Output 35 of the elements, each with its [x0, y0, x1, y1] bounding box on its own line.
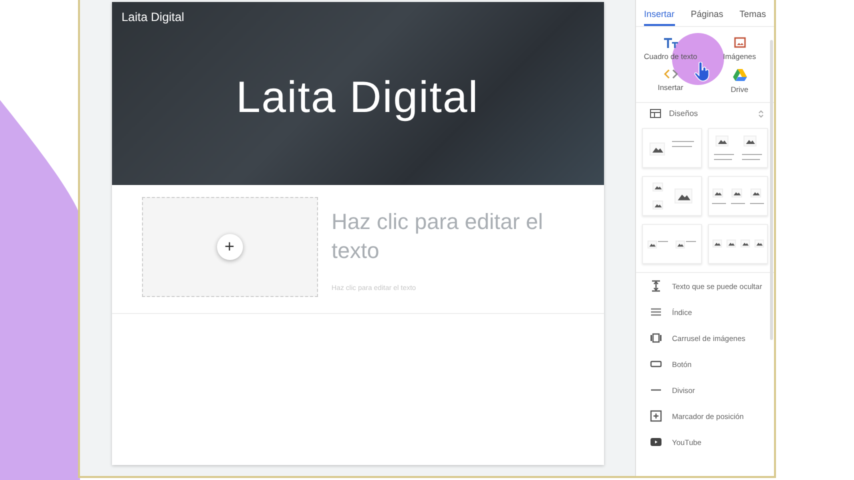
collapse-icon[interactable] — [758, 110, 764, 118]
layout-tile[interactable] — [642, 224, 702, 264]
hand-cursor-icon — [694, 62, 710, 82]
list-icon — [650, 306, 662, 318]
text-icon — [664, 37, 678, 48]
plus-box-icon — [650, 410, 662, 422]
drive-icon — [732, 69, 746, 81]
site-name: Laita Digital — [122, 10, 184, 24]
sidebar-tab[interactable]: Temas — [739, 0, 766, 26]
add-image-button[interactable]: + — [216, 234, 242, 260]
text-height-icon — [650, 280, 662, 292]
layout-tile[interactable] — [642, 176, 702, 216]
sidebar-tab[interactable]: Insertar — [644, 0, 675, 26]
section-label: Diseños — [669, 109, 699, 118]
image-icon — [734, 37, 746, 48]
layout-icon — [650, 109, 661, 118]
layout-tile[interactable] — [708, 128, 768, 168]
click-highlight — [672, 33, 724, 85]
layout-thumbnail-icon — [712, 239, 764, 249]
button-shape-icon — [650, 358, 662, 370]
carousel-icon — [650, 332, 662, 344]
sidebar-tab[interactable]: Páginas — [690, 0, 724, 26]
layout-thumbnail-icon — [648, 139, 696, 157]
layout-tile[interactable] — [708, 176, 768, 216]
code-icon — [664, 69, 678, 79]
page-title: Laita Digital — [236, 72, 479, 122]
layout-thumbnail-icon — [652, 182, 692, 210]
layout-thumbnail-icon — [647, 238, 697, 250]
heading-text: Haz clic para editar el texto — [332, 208, 544, 265]
layout-tile[interactable] — [642, 128, 702, 168]
scrollbar[interactable] — [770, 40, 773, 340]
video-play-icon — [650, 436, 662, 448]
layout-thumbnail-icon — [713, 135, 763, 161]
layout-tile[interactable] — [708, 224, 768, 264]
layout-thumbnail-icon — [711, 188, 765, 204]
